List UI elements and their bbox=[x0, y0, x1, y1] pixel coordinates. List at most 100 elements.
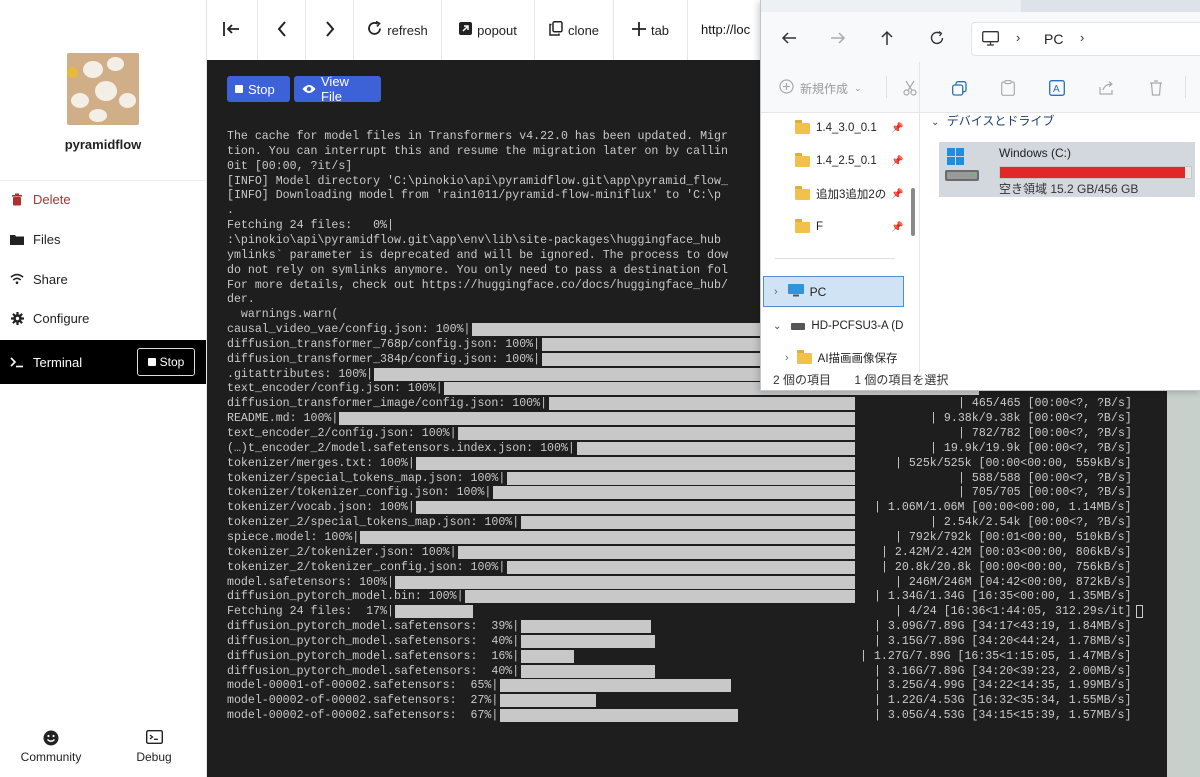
refresh-button[interactable]: refresh bbox=[354, 0, 442, 60]
chevron-left-icon bbox=[277, 20, 287, 40]
terminal-line: 0it [00:00, ?it/s] bbox=[227, 159, 353, 173]
progress-bar bbox=[360, 530, 855, 544]
progress-label: tokenizer/vocab.json: 100%| bbox=[227, 501, 415, 515]
debug-button[interactable]: Debug bbox=[128, 729, 180, 764]
tree-item-pc[interactable]: › PC bbox=[763, 276, 904, 307]
progress-stat: | 20.8k/20.8k [00:00<00:00, 756kB/s] bbox=[881, 560, 1132, 574]
drive-usage-bar bbox=[999, 166, 1192, 179]
sidebar-item-label: Files bbox=[33, 231, 61, 247]
progress-label: tokenizer_2/tokenizer.json: 100%| bbox=[227, 545, 457, 559]
trash-icon bbox=[10, 192, 24, 206]
cut-icon[interactable] bbox=[900, 78, 920, 98]
trash-icon[interactable] bbox=[1146, 78, 1166, 98]
progress-stat: | 525k/525k [00:00<00:00, 559kB/s] bbox=[895, 456, 1132, 470]
stop-button[interactable]: Stop bbox=[227, 76, 290, 102]
view-file-button[interactable]: View File bbox=[294, 74, 381, 104]
back-arrow-icon[interactable] bbox=[779, 28, 799, 48]
sidebar-item-label: Delete bbox=[33, 191, 71, 207]
refresh-icon[interactable] bbox=[927, 28, 947, 48]
up-arrow-icon[interactable] bbox=[877, 28, 897, 48]
progress-stat: | 2.42M/2.42M [00:03<00:00, 806kB/s] bbox=[881, 545, 1132, 559]
progress-label: tokenizer/merges.txt: 100%| bbox=[227, 456, 415, 470]
progress-stat: | 465/465 [00:00<?, ?B/s] bbox=[958, 397, 1132, 411]
tree-item-subfolder[interactable]: › AI描画画像保存 bbox=[785, 345, 935, 371]
new-button[interactable]: 新規作成 ⌄ bbox=[779, 79, 862, 97]
progress-stat: | 1.22G/4.53G [16:32<35:34, 1.55MB/s] bbox=[874, 694, 1132, 708]
forward-button[interactable] bbox=[306, 0, 354, 60]
progress-label: diffusion_transformer_768p/config.json: … bbox=[227, 337, 541, 351]
clone-button[interactable]: clone bbox=[535, 0, 614, 60]
sidebar-item-share[interactable]: Share bbox=[0, 262, 206, 296]
address-bar[interactable]: › PC › bbox=[971, 22, 1200, 56]
rename-icon[interactable]: A bbox=[1047, 78, 1067, 98]
stop-icon bbox=[235, 85, 243, 93]
clone-icon bbox=[549, 21, 563, 39]
status-bar: 2 個の項目 1 個の項目を選択 bbox=[773, 371, 948, 388]
progress-label: diffusion_pytorch_model.safetensors: 40%… bbox=[227, 664, 520, 678]
explorer-command-bar: 新規作成 ⌄ A bbox=[761, 62, 1200, 113]
terminal-line: der. bbox=[227, 293, 255, 307]
tree-item-label: 1.4_3.0_0.1 bbox=[816, 122, 877, 134]
new-tab-button[interactable]: tab bbox=[614, 0, 688, 60]
folder-icon bbox=[795, 152, 810, 167]
tree-item-quick-3[interactable]: 追加3追加2の 📌 bbox=[795, 181, 945, 207]
progress-label: text_encoder_2/config.json: 100%| bbox=[227, 427, 457, 440]
gear-icon bbox=[10, 311, 24, 325]
progress-stat: | 4/24 [16:36<1:44:05, 312.29s/it] bbox=[895, 605, 1132, 619]
tree-item-quick-4[interactable]: F 📌 bbox=[795, 214, 945, 240]
nav-scrollbar-thumb[interactable] bbox=[911, 188, 915, 236]
forward-arrow-icon[interactable] bbox=[828, 28, 848, 48]
terminal-line: Fetching 24 files: 0%| bbox=[227, 219, 394, 233]
sidebar-divider bbox=[0, 180, 206, 181]
terminal-line: ymlinks` parameter is deprecated and wil… bbox=[227, 248, 728, 262]
terminal-line: warnings.warn( bbox=[227, 308, 339, 322]
progress-label: model-00002-of-00002.safetensors: 27%| bbox=[227, 694, 499, 708]
chevron-down-icon: ⌄ bbox=[854, 82, 862, 93]
nav-divider bbox=[775, 258, 895, 259]
progress-stat: | 3.05G/4.53G [34:15<15:39, 1.57MB/s] bbox=[874, 709, 1132, 723]
tree-item-quick-2[interactable]: 1.4_2.5_0.1 📌 bbox=[795, 148, 945, 174]
progress-bar bbox=[507, 560, 855, 574]
terminal-line: The cache for model files in Transformer… bbox=[227, 130, 728, 143]
sidebar-item-files[interactable]: Files bbox=[0, 222, 206, 256]
terminal-stop-button[interactable]: Stop bbox=[137, 348, 195, 376]
exit-button[interactable] bbox=[207, 0, 258, 60]
tree-item-external-drive[interactable]: ⌄ HD-PCFSU3-A (D bbox=[773, 313, 923, 339]
sidebar-item-label: Configure bbox=[33, 310, 90, 326]
stop-label: Stop bbox=[159, 355, 185, 369]
sidebar-item-delete[interactable]: Delete bbox=[0, 182, 206, 216]
pin-icon: 📌 bbox=[891, 122, 904, 134]
progress-stat: | 246M/246M [04:42<00:00, 872kB/s] bbox=[895, 575, 1132, 589]
progress-label: (…)t_encoder_2/model.safetensors.index.j… bbox=[227, 441, 575, 455]
section-header[interactable]: ⌄ デバイスとドライブ bbox=[931, 112, 1054, 129]
windows-drive-icon bbox=[945, 148, 979, 189]
share-icon[interactable] bbox=[1097, 78, 1117, 98]
popout-button[interactable]: popout bbox=[442, 0, 535, 60]
progress-label: text_encoder/config.json: 100%| bbox=[227, 382, 443, 396]
progress-label: tokenizer_2/special_tokens_map.json: 100… bbox=[227, 516, 520, 530]
progress-bar bbox=[458, 545, 855, 559]
paste-icon[interactable] bbox=[998, 78, 1018, 98]
progress-bar bbox=[465, 590, 855, 604]
progress-stat: | 1.06M/1.06M [00:00<00:00, 1.14MB/s] bbox=[874, 501, 1132, 515]
progress-label: model-00002-of-00002.safetensors: 67%| bbox=[227, 709, 499, 723]
sidebar-item-terminal[interactable]: Terminal Stop bbox=[0, 340, 206, 384]
explorer-tab[interactable] bbox=[1021, 0, 1200, 12]
drive-free-space: 空き領域 15.2 GB/456 GB bbox=[999, 182, 1139, 196]
drive-tile-c[interactable]: Windows (C:) 空き領域 15.2 GB/456 GB bbox=[939, 142, 1195, 197]
sidebar-item-configure[interactable]: Configure bbox=[0, 301, 206, 335]
community-button[interactable]: Community bbox=[18, 730, 84, 764]
progress-label: diffusion_pytorch_model.safetensors: 16%… bbox=[227, 649, 520, 663]
file-explorer-window: › PC › 新規作成 ⌄ A 1.4_3.0_0.1 📌 1.4_2.5_0.… bbox=[760, 0, 1200, 391]
progress-label: diffusion_pytorch_model.safetensors: 39%… bbox=[227, 620, 520, 634]
explorer-nav-bar: › PC › bbox=[761, 12, 1200, 62]
back-button[interactable] bbox=[258, 0, 306, 60]
url-field[interactable]: http://loc bbox=[701, 22, 750, 37]
progress-stat: | 2.54k/2.54k [00:00<?, ?B/s] bbox=[930, 516, 1132, 530]
app-avatar bbox=[67, 53, 139, 125]
copy-icon[interactable] bbox=[949, 78, 969, 98]
status-items: 2 個の項目 bbox=[773, 373, 832, 387]
progress-label: model.safetensors: 100%| bbox=[227, 575, 394, 589]
tree-item-quick-1[interactable]: 1.4_3.0_0.1 📌 bbox=[795, 115, 945, 141]
progress-bar bbox=[521, 516, 855, 530]
